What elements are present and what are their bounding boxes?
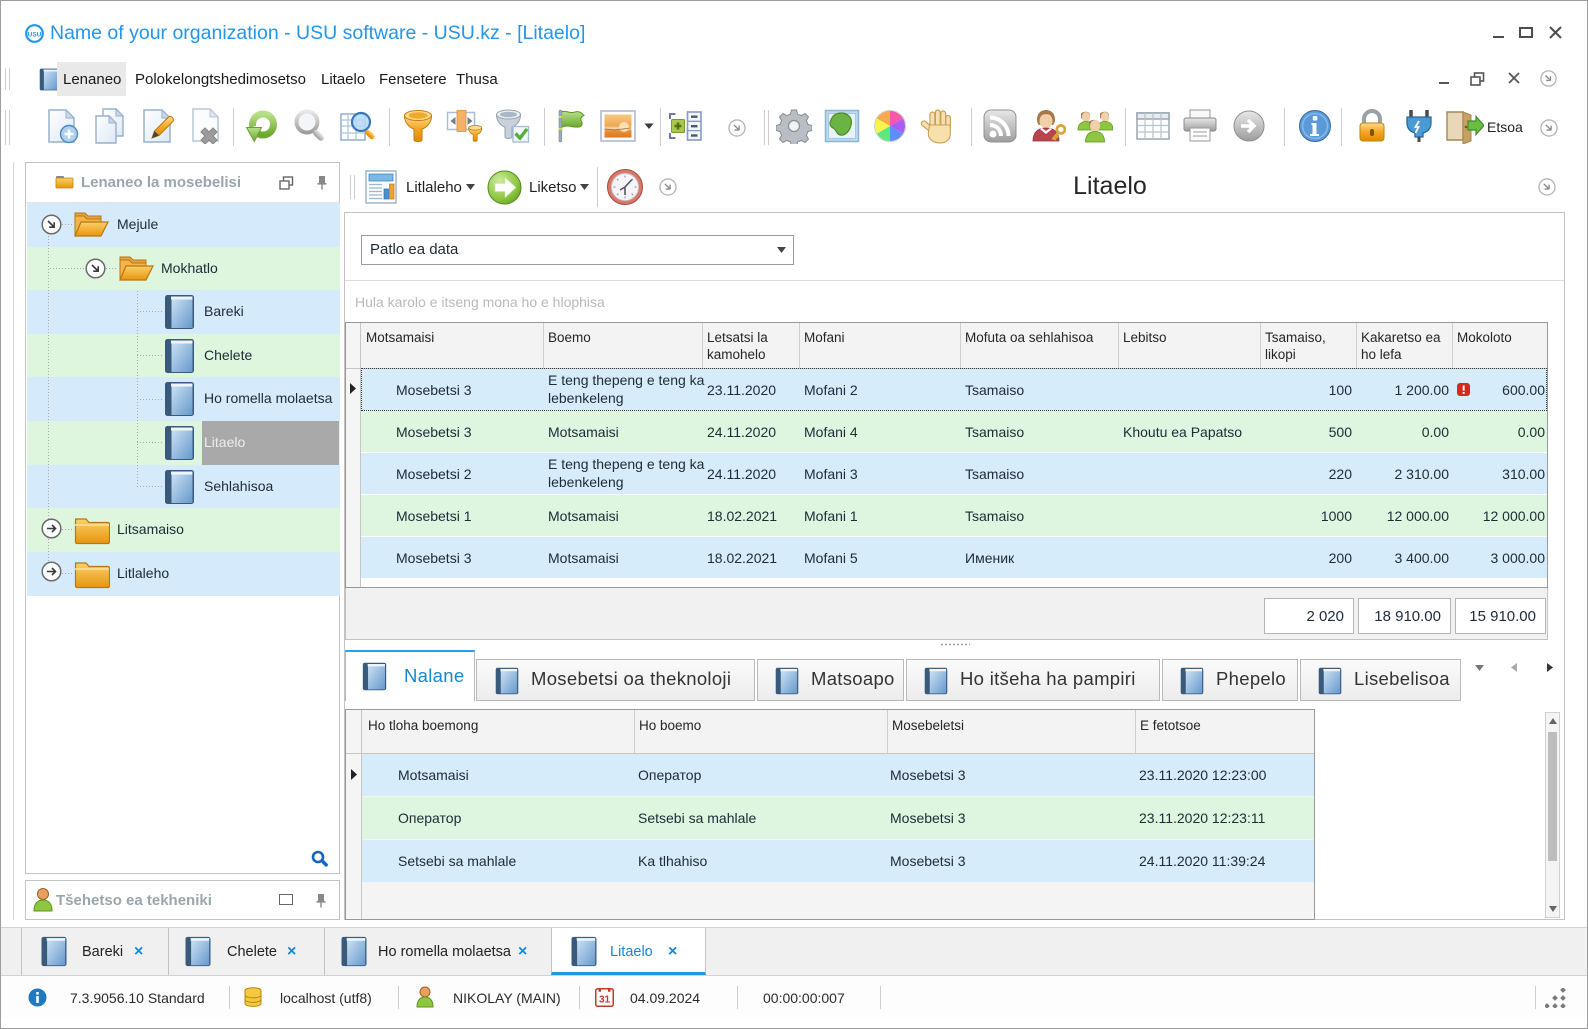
svg-text:31: 31 xyxy=(599,995,611,1006)
svg-text:USU: USU xyxy=(28,32,42,39)
